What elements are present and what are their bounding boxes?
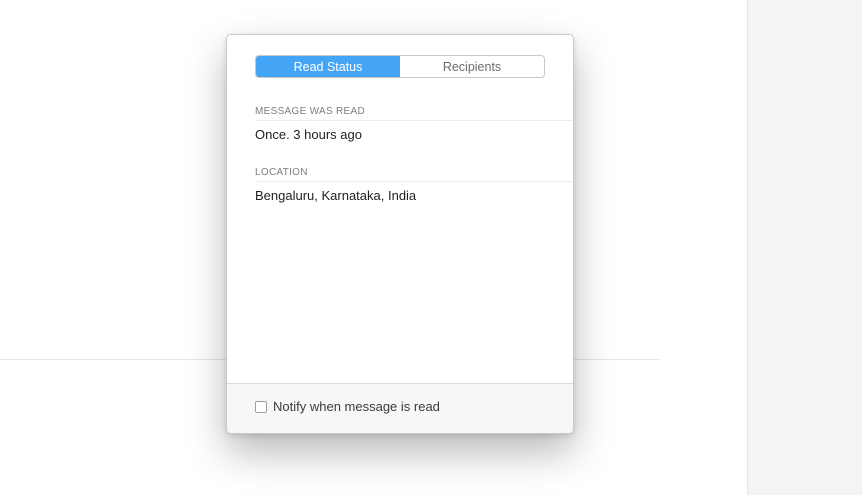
tab-read-status[interactable]: Read Status bbox=[256, 56, 400, 77]
read-receipt-popover: Read Status Recipients MESSAGE WAS READ … bbox=[226, 34, 574, 434]
location-divider bbox=[255, 181, 573, 182]
app-window: . Read Status Recipients MESSAGE WAS REA… bbox=[0, 0, 862, 495]
tab-recipients[interactable]: Recipients bbox=[400, 56, 544, 77]
right-side-panel bbox=[747, 0, 862, 495]
notify-option[interactable]: Notify when message is read bbox=[255, 399, 440, 414]
background-text-fragment: . bbox=[0, 120, 1, 136]
popover-footer: Notify when message is read bbox=[227, 383, 573, 433]
read-status-heading: MESSAGE WAS READ bbox=[255, 106, 366, 117]
location-heading: LOCATION bbox=[255, 167, 308, 178]
tab-switcher: Read Status Recipients bbox=[255, 55, 545, 78]
read-status-value: Once. 3 hours ago bbox=[255, 127, 362, 142]
notify-label: Notify when message is read bbox=[273, 399, 440, 414]
notify-checkbox[interactable] bbox=[255, 400, 267, 413]
read-status-divider bbox=[255, 120, 573, 121]
location-value: Bengaluru, Karnataka, India bbox=[255, 188, 417, 203]
